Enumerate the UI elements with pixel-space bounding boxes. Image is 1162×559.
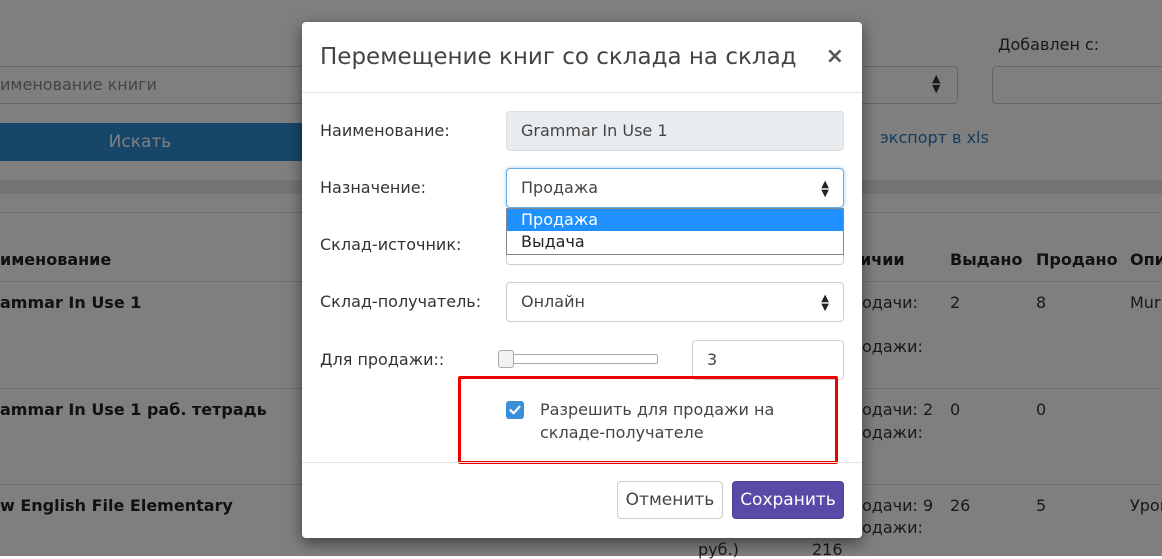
select-arrows-icon: ▲▼ xyxy=(821,179,829,199)
purpose-option[interactable]: Продажа xyxy=(507,209,843,231)
close-icon[interactable]: × xyxy=(826,44,844,69)
purpose-option[interactable]: Выдача xyxy=(507,231,843,253)
destination-select[interactable]: Онлайн ▲ ▼ xyxy=(506,282,844,322)
for-sale-label: Для продажи:: xyxy=(320,350,445,369)
purpose-dropdown: Продажа Выдача xyxy=(506,208,844,255)
slider-handle[interactable] xyxy=(498,350,514,368)
cancel-button[interactable]: Отменить xyxy=(617,481,723,519)
save-button[interactable]: Сохранить xyxy=(732,481,844,519)
name-field: Grammar In Use 1 xyxy=(506,111,844,151)
header-divider xyxy=(302,92,862,93)
transfer-modal: Перемещение книг со склада на склад × На… xyxy=(302,22,862,538)
name-label: Наименование: xyxy=(320,121,450,140)
modal-title: Перемещение книг со склада на склад xyxy=(320,44,797,70)
purpose-select[interactable]: Продажа ▲ ▼ xyxy=(506,168,844,208)
select-arrows-icon: ▲▼ xyxy=(821,293,829,313)
for-sale-slider[interactable] xyxy=(502,354,658,364)
highlight-box xyxy=(458,376,838,464)
for-sale-quantity-input[interactable]: 3 xyxy=(692,340,844,380)
purpose-select-value: Продажа xyxy=(521,178,599,197)
destination-label: Склад-получатель: xyxy=(320,292,482,311)
destination-select-value: Онлайн xyxy=(521,292,585,311)
footer-divider xyxy=(302,462,862,463)
purpose-label: Назначение: xyxy=(320,178,426,197)
source-label: Склад-источник: xyxy=(320,235,462,254)
